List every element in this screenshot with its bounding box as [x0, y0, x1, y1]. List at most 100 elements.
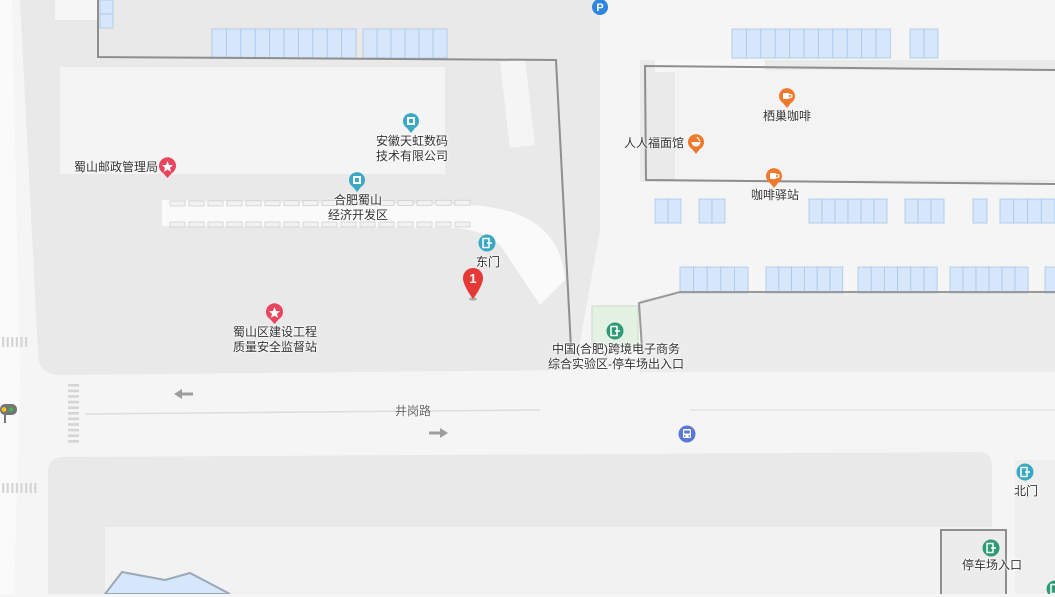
- poi-parking-entrance-label[interactable]: 停车场入口: [952, 558, 1032, 573]
- parking-stall: [833, 29, 847, 58]
- parking-stall: [871, 267, 884, 293]
- parking-stall: [1028, 199, 1042, 223]
- crosswalk: [68, 384, 79, 443]
- parking-stall: [419, 29, 433, 58]
- parking-slot-marker: [436, 222, 451, 227]
- parking-stall: [699, 199, 712, 223]
- building: [105, 527, 992, 594]
- building: [55, 0, 97, 20]
- parking-stall: [847, 29, 861, 58]
- parking-stall: [707, 267, 721, 293]
- parking-stall: [241, 29, 255, 58]
- parking-slot-marker: [227, 222, 242, 227]
- crosswalk-stripe: [68, 384, 79, 387]
- parking-stall: [655, 199, 668, 223]
- poi-hefei-shushan[interactable]: 合肥蜀山 经济开发区: [313, 193, 403, 223]
- parking-stall: [874, 199, 887, 223]
- parking-stall: [212, 29, 226, 58]
- poi-north-gate-label[interactable]: 北门: [1005, 484, 1047, 499]
- crosswalk-stripe: [20, 337, 22, 347]
- parking-sign-icon[interactable]: P: [591, 0, 609, 16]
- poi-label-line: 蜀山区建设工程: [220, 325, 330, 340]
- parking-slot-marker: [284, 201, 299, 206]
- poi-anhui-tianhong[interactable]: 安徽天虹数码 技术有限公司: [364, 134, 460, 164]
- parking-slot-marker: [170, 201, 185, 206]
- crosswalk-stripe: [16, 337, 18, 347]
- crosswalk-stripe: [7, 483, 9, 493]
- parking-stall: [835, 199, 848, 223]
- parking-slot-marker: [208, 222, 223, 227]
- parking-stall: [1014, 199, 1028, 223]
- parking-entrance-icon[interactable]: [982, 539, 1000, 557]
- parking-slot-marker: [189, 222, 204, 227]
- building: [675, 70, 1055, 180]
- poi-cafe-station-label[interactable]: 咖啡驿站: [740, 188, 810, 203]
- parking-stall: [746, 29, 760, 58]
- parking-stall: [898, 267, 911, 293]
- parking-stall: [298, 29, 312, 58]
- parking-stall: [830, 267, 843, 293]
- gate-icon[interactable]: [478, 234, 496, 252]
- poi-label-line: 综合实验区-停车场出入口: [530, 357, 702, 372]
- parking-stall: [804, 29, 818, 58]
- poi-renren-noodles-label[interactable]: 人人福面馆: [612, 136, 684, 151]
- crosswalk-stripe: [11, 337, 13, 347]
- crosswalk-stripe: [25, 483, 27, 493]
- coffee-icon[interactable]: [765, 167, 783, 189]
- crosswalk-stripe: [7, 337, 9, 347]
- parking-stall: [809, 199, 822, 223]
- parking-slot-marker: [455, 200, 470, 205]
- parking-stall: [732, 29, 746, 58]
- parking-stall: [924, 267, 937, 293]
- map-canvas[interactable]: P 安徽天虹数码 技术有限公司 蜀山邮政管理局 合肥蜀山 经济开发区 东门 1: [0, 0, 1055, 594]
- government-star-icon[interactable]: [158, 157, 177, 179]
- road-name-label: 井岗路: [383, 404, 443, 419]
- parking-stall: [1002, 267, 1015, 293]
- parking-stall: [1015, 267, 1028, 293]
- parking-slot-marker: [436, 200, 451, 205]
- parking-stall: [721, 267, 735, 293]
- parking-stall: [1000, 199, 1014, 223]
- poi-label-line: 安徽天虹数码: [364, 134, 460, 149]
- poi-ecommerce-parking[interactable]: 中国(合肥)跨境电子商务 综合实验区-停车场出入口: [530, 342, 702, 372]
- parking-stall: [694, 267, 708, 293]
- crosswalk-stripe: [68, 418, 79, 421]
- crosswalk-stripe: [20, 483, 22, 493]
- crosswalk-stripe: [30, 483, 32, 493]
- marker-number: 1: [469, 271, 476, 286]
- parking-stall: [989, 267, 1002, 293]
- parking-stall: [391, 29, 405, 58]
- parking-entrance-icon[interactable]: [606, 322, 624, 340]
- parking-slot-marker: [284, 222, 299, 227]
- crosswalk-stripe: [68, 412, 79, 415]
- parking-stall: [818, 29, 832, 58]
- poi-label-line: 中国(合肥)跨境电子商务: [530, 342, 702, 357]
- parking-stall: [822, 199, 835, 223]
- parking-slot-marker: [246, 201, 261, 206]
- government-star-icon[interactable]: [265, 303, 284, 325]
- parking-stall: [963, 267, 976, 293]
- parking-stall: [924, 29, 938, 58]
- parking-stall: [817, 267, 830, 293]
- crosswalk-stripe: [68, 406, 79, 409]
- poi-quality-station[interactable]: 蜀山区建设工程 质量安全监督站: [220, 325, 330, 355]
- gate-icon[interactable]: [1016, 463, 1034, 481]
- parking-stall: [100, 0, 113, 14]
- partial-poi-icon[interactable]: [1046, 580, 1055, 594]
- restaurant-icon[interactable]: [687, 133, 705, 155]
- parking-stall: [270, 29, 284, 58]
- crosswalk-stripe: [2, 483, 4, 493]
- parking-stall: [100, 14, 113, 28]
- side-road: [0, 0, 20, 594]
- coffee-icon[interactable]: [778, 87, 796, 109]
- crosswalk-stripe: [68, 429, 79, 432]
- location-marker-pin-icon[interactable]: 1: [461, 266, 485, 302]
- parking-slot-marker: [417, 200, 432, 205]
- block-east: [640, 292, 1055, 372]
- poi-label-line: 经济开发区: [313, 208, 403, 223]
- building-icon[interactable]: [348, 171, 366, 193]
- poi-shushan-post-label[interactable]: 蜀山邮政管理局: [66, 160, 158, 175]
- bus-stop-icon[interactable]: [678, 425, 696, 443]
- poi-qichao-cafe-label[interactable]: 栖巢咖啡: [752, 109, 822, 124]
- building-icon[interactable]: [402, 112, 420, 134]
